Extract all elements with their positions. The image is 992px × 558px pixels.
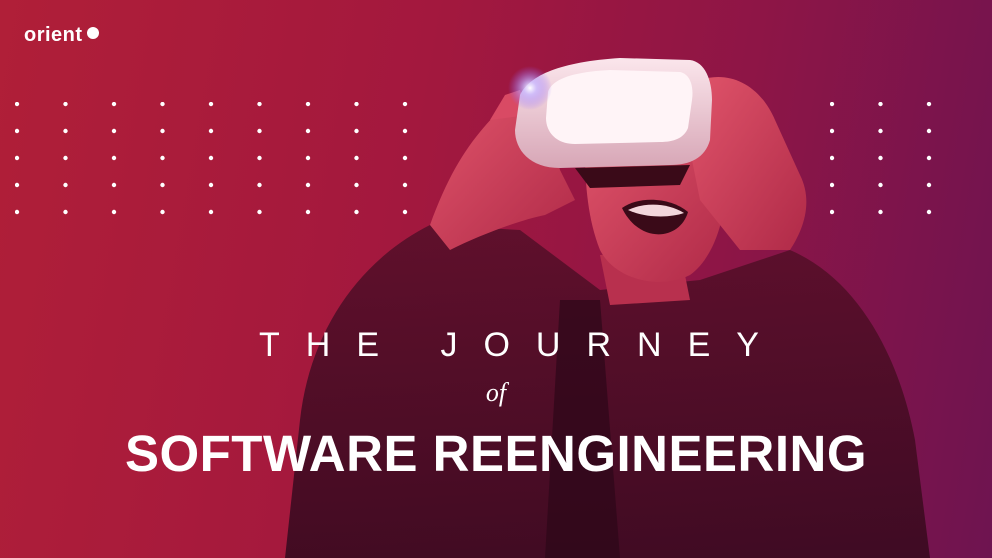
hero-banner: orient THE JOURNEY of SOFTWARE REENGINEE… bbox=[0, 0, 992, 558]
headline-line-3: SOFTWARE REENGINEERING bbox=[124, 425, 868, 482]
headline-line-2: of bbox=[485, 378, 507, 407]
logo-dot-icon bbox=[86, 26, 99, 39]
brand-logo[interactable]: orient bbox=[24, 24, 99, 47]
brand-name: orient bbox=[24, 24, 83, 46]
lens-flare bbox=[508, 66, 552, 110]
headline-line-1: THE JOURNEY bbox=[259, 326, 785, 364]
